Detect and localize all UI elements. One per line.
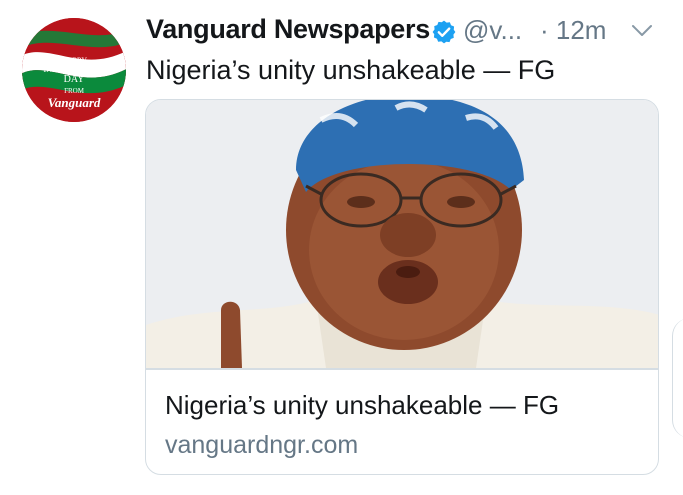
portrait-photo	[146, 100, 658, 368]
card-image[interactable]	[146, 100, 658, 368]
avatar-text-independence: INDEPENDENCE	[44, 65, 105, 74]
avatar-logo-vanguard: Vanguard	[48, 95, 101, 110]
avatar-text-day: DAY	[64, 74, 85, 85]
card-domain[interactable]: vanguardngr.com	[165, 431, 358, 460]
adjacent-card-edge	[672, 318, 683, 438]
verified-badge-icon	[432, 20, 456, 44]
card-divider	[146, 368, 658, 370]
author-name[interactable]: Vanguard Newspapers	[146, 14, 430, 45]
chevron-down-icon[interactable]	[630, 22, 654, 40]
profile-avatar[interactable]: HAPPY INDEPENDENCE DAY FROM Vanguard	[22, 18, 126, 122]
author-handle[interactable]: @v...	[463, 15, 522, 46]
link-preview-card[interactable]: Nigeria’s unity unshakeable — FG vanguar…	[145, 99, 659, 475]
independence-day-avatar-graphic: HAPPY INDEPENDENCE DAY FROM Vanguard	[22, 18, 126, 122]
avatar-text-from: FROM	[64, 87, 85, 95]
card-title[interactable]: Nigeria’s unity unshakeable — FG	[165, 390, 559, 421]
tweet-timestamp[interactable]: · 12m	[540, 15, 606, 46]
avatar-text-happy: HAPPY	[61, 56, 87, 65]
tweet-text: Nigeria’s unity unshakeable — FG	[146, 55, 556, 85]
